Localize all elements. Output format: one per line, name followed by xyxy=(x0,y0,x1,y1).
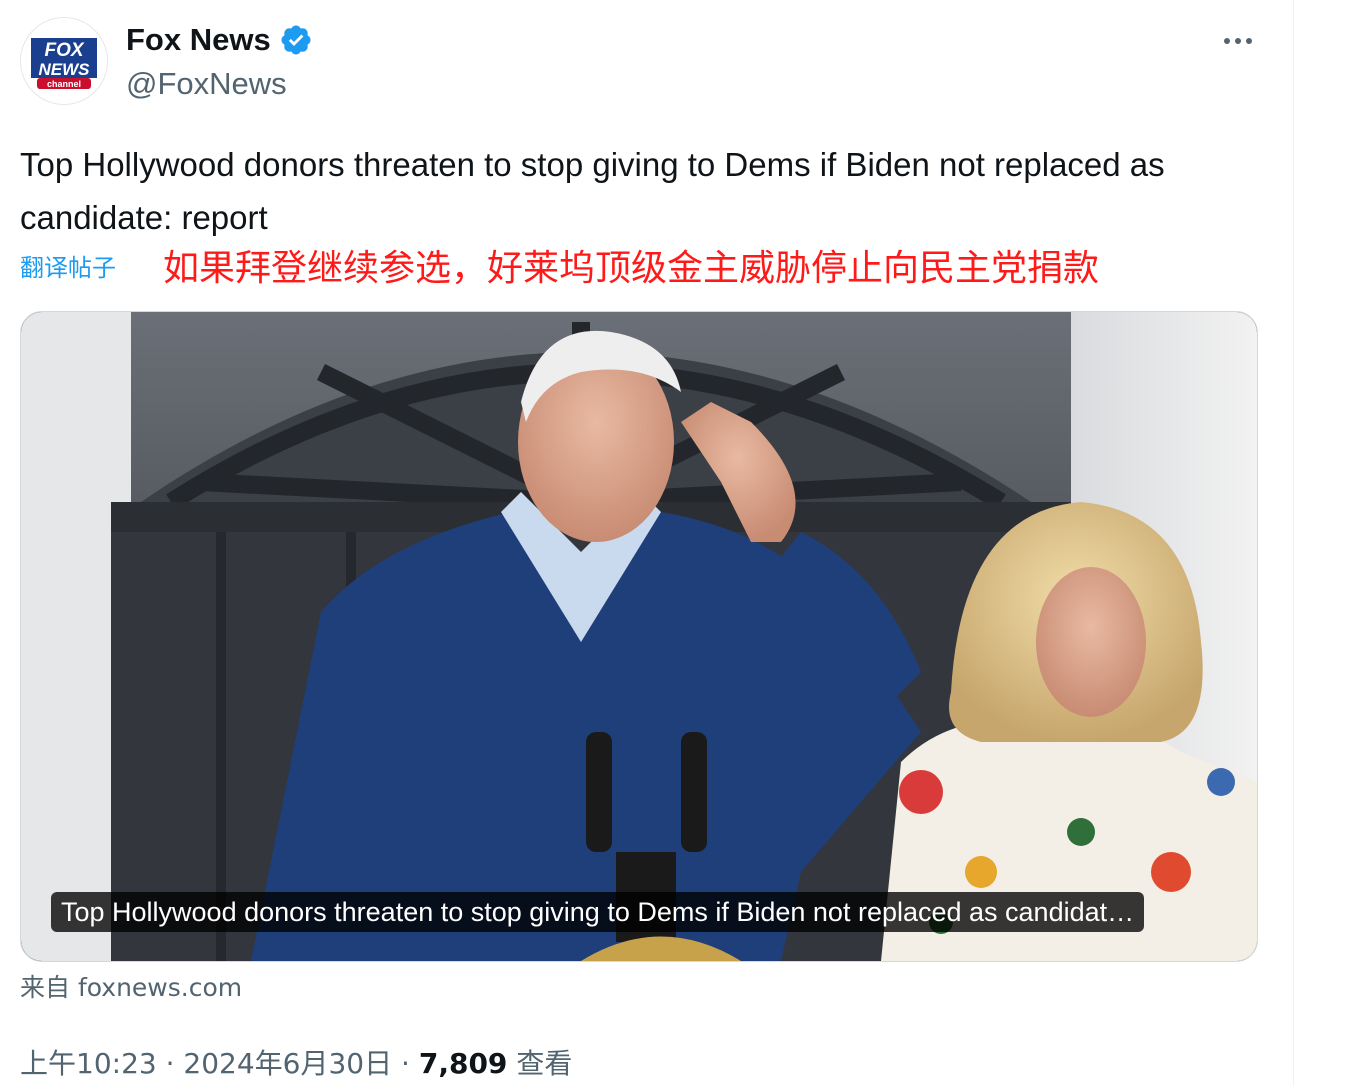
link-card-title[interactable]: Top Hollywood donors threaten to stop gi… xyxy=(51,892,1145,932)
author-display-name[interactable]: Fox News xyxy=(126,20,271,60)
author-handle[interactable]: @FoxNews xyxy=(126,64,287,104)
translate-post-link[interactable]: 翻译帖子 xyxy=(20,250,116,286)
author-name-row[interactable]: Fox News xyxy=(126,20,313,60)
separator-dot: · xyxy=(401,1047,410,1080)
timeline-divider xyxy=(1293,0,1294,1086)
views-count: 7,809 xyxy=(418,1047,508,1080)
verified-badge-icon[interactable] xyxy=(279,23,313,57)
link-source[interactable]: 来自 foxnews.com xyxy=(20,970,242,1006)
tweet-time[interactable]: 上午10:23 xyxy=(20,1047,157,1080)
news-photo xyxy=(21,312,1257,961)
separator-dot: · xyxy=(165,1047,175,1080)
svg-text:NEWS: NEWS xyxy=(39,60,91,79)
tweet-metadata: 上午10:23 · 2024年6月30日 · 7,809 查看 xyxy=(20,1042,572,1086)
views-label: 查看 xyxy=(516,1047,573,1080)
translation-overlay-text: 如果拜登继续参选，好莱坞顶级金主威胁停止向民主党捐款 xyxy=(163,248,1100,289)
author-avatar[interactable]: FOX NEWS channel xyxy=(20,17,108,105)
more-options-icon[interactable] xyxy=(1216,26,1260,56)
tweet-date[interactable]: 2024年6月30日 xyxy=(183,1047,392,1080)
link-preview-card[interactable]: Top Hollywood donors threaten to stop gi… xyxy=(20,311,1258,962)
fox-news-logo: FOX NEWS channel xyxy=(21,18,107,104)
svg-text:channel: channel xyxy=(47,79,81,89)
tweet-text: Top Hollywood donors threaten to stop gi… xyxy=(20,146,1165,236)
svg-text:FOX: FOX xyxy=(44,40,84,61)
